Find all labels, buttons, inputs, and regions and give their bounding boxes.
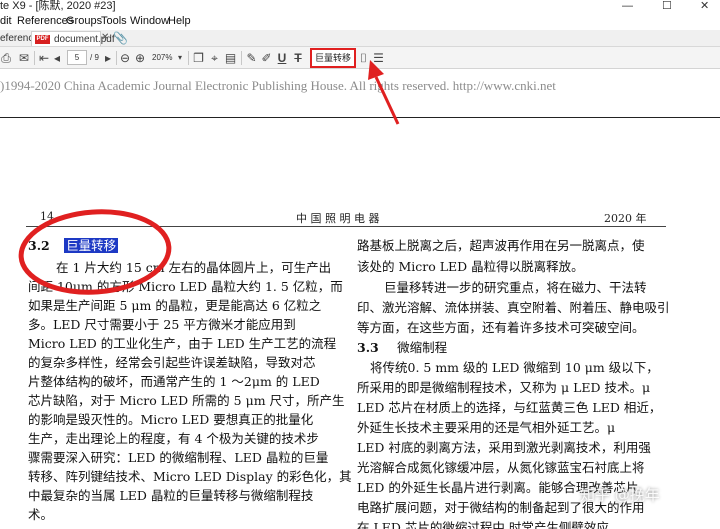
section-number: 3.2 (28, 238, 50, 253)
pdf-toolbar: ⎙ ✉ ⇤ ◂ 5 / 9 ▸ ⊖ ⊕ 207% ▾ ❐ ⌖ ▤ ✎ ✐ U T… (0, 47, 720, 69)
underline-icon[interactable]: U (276, 50, 288, 66)
pdf-icon: PDF (35, 35, 50, 44)
text-line: 路基板上脱离之后，超声波再作用在另一脱离点，使 (357, 238, 645, 253)
menu-tools[interactable]: Tools (101, 14, 127, 28)
custom-tool-button[interactable]: 巨量转移 (310, 48, 356, 68)
separator (116, 51, 117, 65)
page-number: 14 (40, 210, 54, 223)
copy-icon[interactable]: ❐ (192, 50, 205, 66)
section-number: 3.3 (357, 340, 379, 355)
menu-help[interactable]: Help (168, 14, 191, 28)
section-heading: 3.2 巨量转移 (28, 236, 119, 256)
previous-page-icon[interactable]: ◂ (52, 50, 62, 66)
print-icon[interactable]: ⎙ (0, 50, 12, 66)
select-icon[interactable]: ⌖ (208, 50, 221, 66)
text-line: 在 LED 芯片的微缩过程中 时常产生侧壁效应 (357, 520, 609, 529)
text-line: 片整体结构的破坏，而通常产生的 1 ～2μm 的 LED (28, 374, 320, 389)
text-line: LED 衬底的剥离方法，采用到激光剥离技术，利用强 (357, 440, 651, 455)
text-line: 巨量移转进一步的研究重点，将在磁力、干法转 (384, 280, 647, 295)
text-line: 中最复杂的当属 LED 晶粒的巨量转移与微缩制程技 (28, 488, 314, 503)
text-line: 术。 (28, 507, 54, 522)
tab-bar: eference PDF document.pdf ✕ 📎 (0, 30, 720, 47)
text-line: 等方面，在这些方面，还有着许多技术可突破空间。 (357, 320, 645, 335)
next-page-icon[interactable]: ▸ (103, 50, 113, 66)
insert-text-icon[interactable]: ⌷ (357, 50, 370, 66)
paperclip-icon[interactable]: 📎 (113, 31, 128, 45)
zhihu-watermark: 知乎 @挽年 (580, 486, 660, 504)
tab-document[interactable]: PDF document.pdf (31, 31, 115, 46)
text-line: 骤需要深入研究：LED 的微缩制程、LED 晶粒的巨量 (28, 450, 329, 465)
tab-close-icon[interactable]: ✕ (101, 32, 109, 43)
note-icon[interactable]: ▤ (224, 50, 237, 66)
text-line: 光溶解合成氮化镓缓冲层，从氮化镓蓝宝石衬底上将 (357, 460, 645, 475)
text-line: 在 1 片大约 15 cm 左右的晶体圆片上，可生产出 (56, 260, 332, 275)
pen-icon[interactable]: ✐ (260, 50, 273, 66)
title-bar: te X9 - [陈默, 2020 #23] — ☐ ✕ (0, 0, 720, 14)
text-line: 如果是生产间距 5 μm 的晶粒，更是能高达 6 亿粒之 (28, 298, 322, 313)
strikethrough-icon[interactable]: T (292, 50, 304, 66)
menu-groups[interactable]: Groups (66, 14, 102, 28)
text-line: 生产，走出理论上的程度，有 4 个极为关键的技术步 (28, 431, 319, 446)
page-separator (0, 117, 720, 118)
close-button[interactable]: ✕ (700, 0, 709, 12)
text-line: 该处的 Micro LED 晶粒得以脱离释放。 (357, 259, 584, 274)
text-line: 的复杂多样性，经常会引起些许误差缺陷，导致对芯 (28, 355, 316, 370)
section-heading: 3.3 微缩制程 (357, 338, 447, 358)
text-line: LED 芯片在材质上的选择，与红蓝黄三色 LED 相近， (357, 400, 662, 415)
text-line: 转移、阵列键结技术、Micro LED Display 的彩色化，其 (28, 469, 352, 484)
selected-section-title[interactable]: 巨量转移 (64, 238, 119, 253)
text-line: Micro LED 的工业化生产，由于 LED 生产工艺的流程 (28, 336, 337, 351)
zoom-dropdown-icon[interactable]: ▾ (176, 50, 184, 66)
journal-name: 中 国 照 明 电 器 (296, 212, 380, 225)
text-line: 印、激光溶解、流体拼装、真空附着、附着压、静电吸引 (357, 300, 670, 315)
menu-edit[interactable]: dit (0, 14, 12, 28)
cnki-watermark: )1994-2020 China Academic Journal Electr… (0, 78, 556, 93)
highlight-icon[interactable]: ✎ (245, 50, 258, 66)
email-icon[interactable]: ✉ (18, 50, 30, 66)
text-line: 的影响是毁灭性的。Micro LED 要想真正的批量化 (28, 412, 314, 427)
text-line: 所采用的即是微缩制程技术，又称为 μ LED 技术。μ (357, 380, 651, 395)
separator (34, 51, 35, 65)
text-line: 多。LED 尺寸需要小于 25 平方微米才能应用到 (28, 317, 296, 332)
page-number-input[interactable]: 5 (67, 50, 87, 65)
menu-references[interactable]: References (17, 14, 73, 28)
separator (188, 51, 189, 65)
menu-bar: dit References Groups Tools Window Help (0, 14, 720, 28)
page-total: / 9 (90, 53, 99, 62)
separator (241, 51, 242, 65)
header-rule (26, 226, 666, 227)
zoom-level[interactable]: 207% (152, 51, 172, 65)
minimize-button[interactable]: — (622, 0, 633, 12)
list-icon[interactable]: ☰ (372, 50, 385, 66)
maximize-button[interactable]: ☐ (662, 0, 672, 12)
text-line: 将传统0. 5 mm 级的 LED 微缩到 10 μm 级以下， (370, 360, 659, 375)
journal-year: 2020 年 (604, 212, 647, 225)
zoom-in-icon[interactable]: ⊕ (134, 50, 146, 66)
pdf-viewer[interactable]: )1994-2020 China Academic Journal Electr… (0, 70, 720, 529)
text-line: 间距 10μm 的方形 Micro LED 晶粒大约 1. 5 亿粒，而 (28, 279, 343, 294)
text-line: 外延生长技术主要采用的还是气相外延工艺。μ (357, 420, 616, 435)
section-title: 微缩制程 (397, 340, 448, 355)
first-page-icon[interactable]: ⇤ (39, 50, 49, 66)
window-title: te X9 - [陈默, 2020 #23] (0, 0, 116, 12)
zoom-out-icon[interactable]: ⊖ (119, 50, 131, 66)
text-line: 芯片缺陷，对于 Micro LED 所需的 5 μm 尺寸，所产生 (28, 393, 345, 408)
menu-window[interactable]: Window (130, 14, 169, 28)
